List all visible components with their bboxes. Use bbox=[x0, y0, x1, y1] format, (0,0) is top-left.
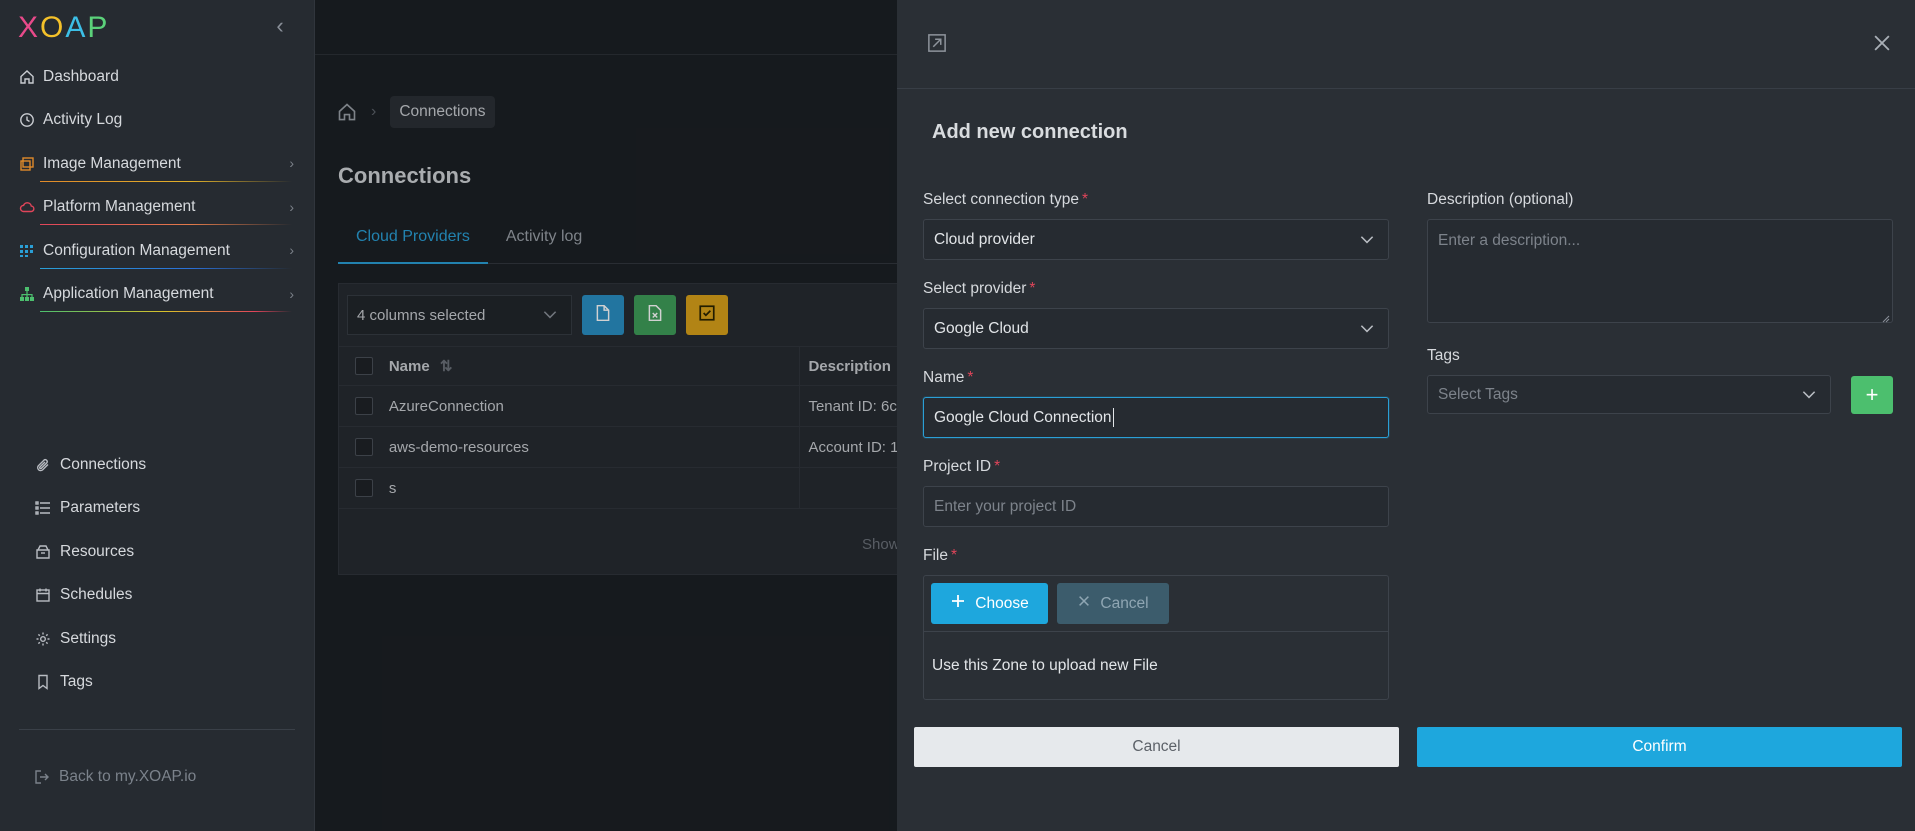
description-textarea[interactable]: Enter a description... bbox=[1427, 219, 1893, 323]
project-id-input[interactable]: Enter your project ID bbox=[923, 486, 1389, 527]
chevron-right-icon: › bbox=[289, 285, 294, 302]
choose-file-button[interactable]: Choose bbox=[931, 583, 1048, 624]
back-to-xoap-link[interactable]: Back to my.XOAP.io bbox=[34, 768, 196, 786]
file-upload-toolbar: Choose Cancel bbox=[924, 576, 1388, 632]
xoap-logo[interactable]: XOAP bbox=[18, 11, 109, 45]
chevron-right-icon: › bbox=[289, 198, 294, 215]
sidebar-item-resources[interactable]: Resources bbox=[0, 530, 315, 574]
connection-type-label: Select connection type * bbox=[923, 191, 1089, 208]
images-icon bbox=[19, 156, 35, 172]
box-icon bbox=[34, 543, 51, 560]
text-caret bbox=[1112, 408, 1114, 427]
confirm-button[interactable]: Confirm bbox=[1417, 727, 1902, 767]
file-upload-zone[interactable]: Choose Cancel Use this Zone to upload ne… bbox=[923, 575, 1389, 700]
tags-label: Tags bbox=[1427, 347, 1460, 364]
accent-underline bbox=[40, 180, 292, 182]
sidebar-item-platform-management[interactable]: Platform Management › bbox=[0, 186, 314, 230]
cancel-button[interactable]: Cancel bbox=[914, 727, 1399, 767]
sidebar-item-dashboard[interactable]: Dashboard bbox=[0, 55, 314, 99]
close-icon[interactable] bbox=[1871, 32, 1893, 54]
add-connection-drawer: Add new connection Select connection typ… bbox=[897, 0, 1915, 831]
clock-icon bbox=[19, 112, 35, 128]
provider-label: Select provider * bbox=[923, 280, 1036, 297]
sidebar-item-settings[interactable]: Settings bbox=[0, 617, 315, 661]
sidebar-item-schedules[interactable]: Schedules bbox=[0, 574, 315, 618]
plus-icon bbox=[950, 593, 966, 614]
plus-icon: + bbox=[1865, 382, 1879, 407]
sidebar-item-configuration-management[interactable]: Configuration Management › bbox=[0, 229, 314, 273]
logo-row: XOAP ‹ bbox=[0, 0, 314, 55]
drawer-title: Add new connection bbox=[932, 121, 1128, 143]
chevron-down-icon bbox=[1800, 385, 1818, 403]
provider-select[interactable]: Google Cloud bbox=[923, 308, 1389, 349]
expand-icon[interactable] bbox=[927, 33, 947, 53]
chevron-right-icon: › bbox=[289, 242, 294, 258]
collapse-sidebar-icon[interactable]: ‹ bbox=[268, 14, 292, 38]
description-label: Description (optional) bbox=[1427, 191, 1574, 208]
sidebar-item-parameters[interactable]: Parameters bbox=[0, 487, 315, 531]
name-label: Name * bbox=[923, 369, 974, 386]
calendar-icon bbox=[34, 587, 51, 604]
name-input[interactable]: Google Cloud Connection bbox=[923, 397, 1389, 438]
paperclip-icon bbox=[34, 456, 51, 473]
chevron-down-icon bbox=[1358, 230, 1376, 248]
sidebar-item-activity-log[interactable]: Activity Log bbox=[0, 99, 314, 143]
sidebar: XOAP ‹ Dashboard Activity Log Image Mana… bbox=[0, 0, 315, 831]
sitemap-icon bbox=[19, 286, 35, 302]
resize-handle-icon[interactable] bbox=[1880, 310, 1890, 323]
accent-underline bbox=[40, 311, 292, 312]
sidebar-item-tags[interactable]: Tags bbox=[0, 661, 315, 705]
add-tag-button[interactable]: + bbox=[1851, 376, 1893, 414]
chevron-right-icon: › bbox=[289, 155, 294, 171]
chevron-down-icon bbox=[1358, 319, 1376, 337]
file-upload-hint: Use this Zone to upload new File bbox=[932, 657, 1158, 674]
sign-out-icon bbox=[34, 769, 51, 786]
tags-select[interactable]: Select Tags bbox=[1427, 375, 1831, 414]
project-id-label: Project ID * bbox=[923, 458, 1001, 475]
sidebar-sub-items: Connections Parameters Resources Schedul… bbox=[0, 443, 315, 704]
home-icon bbox=[19, 69, 35, 85]
bookmark-icon bbox=[34, 674, 51, 691]
gear-icon bbox=[34, 630, 51, 647]
cloud-icon bbox=[19, 199, 35, 215]
grid-icon bbox=[19, 243, 35, 259]
sidebar-item-image-management[interactable]: Image Management › bbox=[0, 142, 314, 186]
drawer-header bbox=[897, 0, 1915, 89]
cancel-upload-button: Cancel bbox=[1057, 583, 1169, 624]
sidebar-item-application-management[interactable]: Application Management › bbox=[0, 273, 314, 317]
close-icon bbox=[1077, 594, 1091, 613]
accent-underline bbox=[40, 224, 292, 225]
file-label: File * bbox=[923, 547, 958, 564]
list-icon bbox=[34, 500, 51, 517]
accent-underline bbox=[40, 267, 292, 269]
sidebar-item-connections[interactable]: Connections bbox=[0, 443, 315, 487]
sidebar-divider bbox=[19, 729, 295, 730]
connection-type-select[interactable]: Cloud provider bbox=[923, 219, 1389, 260]
